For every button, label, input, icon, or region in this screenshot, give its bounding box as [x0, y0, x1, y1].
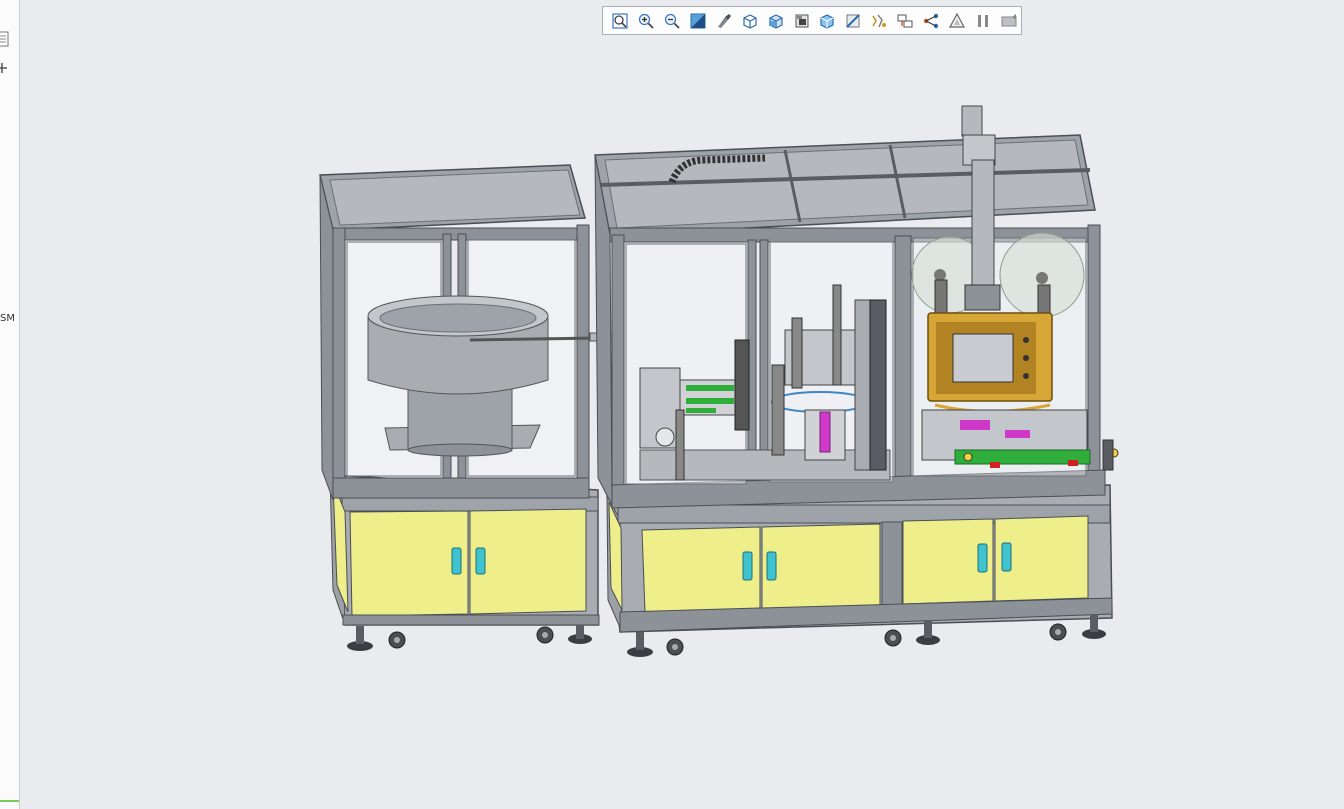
machine-3d-model[interactable] [20, 0, 1344, 809]
left-cabinet [319, 164, 615, 651]
document-icon[interactable] [0, 31, 10, 51]
status-indicator-line [0, 800, 19, 802]
graphics-area[interactable] [20, 0, 1344, 809]
feature-tree-label[interactable]: SM [0, 313, 15, 324]
plus-icon[interactable] [0, 60, 8, 79]
left-panel-edge: SM [0, 0, 20, 809]
right-cabinet [594, 105, 1119, 657]
